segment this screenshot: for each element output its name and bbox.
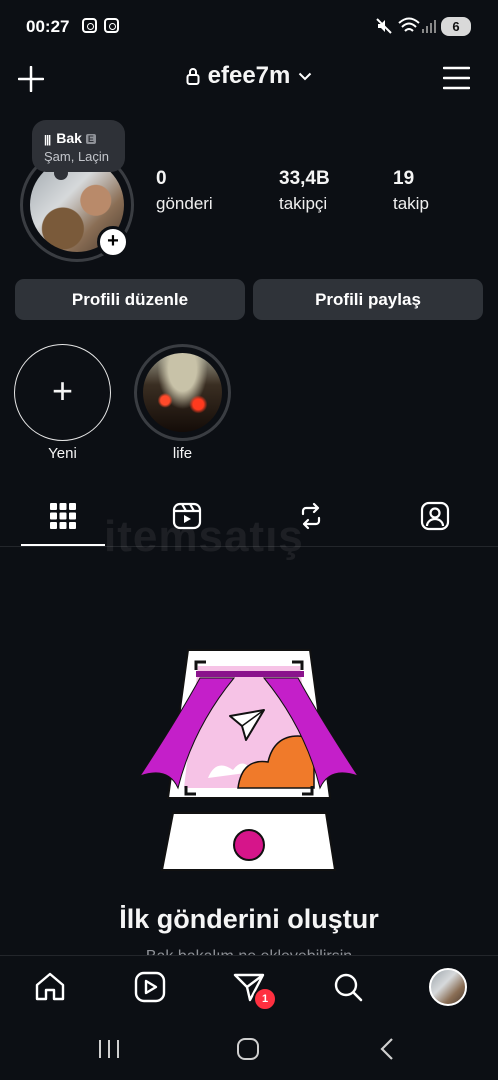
following-count[interactable]: 19 — [393, 168, 414, 190]
posts-count[interactable]: 0 — [156, 168, 167, 190]
back-icon[interactable] — [378, 1037, 396, 1061]
reels-icon[interactable] — [134, 971, 166, 1003]
status-time: 00:27 — [26, 17, 70, 36]
active-tab-indicator — [21, 544, 105, 546]
search-icon[interactable] — [333, 972, 363, 1002]
empty-state-title: İlk gönderini oluştur — [119, 904, 379, 934]
edit-profile-button[interactable]: Profili düzenle — [15, 279, 245, 320]
new-highlight-button[interactable]: + — [14, 344, 111, 441]
instagram-notification-icon — [104, 18, 119, 33]
followers-count[interactable]: 33,4B — [279, 168, 330, 190]
audio-wave-icon: ||| — [44, 134, 51, 146]
watermark: itemsatış — [104, 512, 304, 561]
menu-icon[interactable] — [443, 66, 470, 90]
note-subtitle: Şam, Laçin — [44, 149, 110, 164]
mute-icon — [376, 18, 392, 34]
messages-badge: 1 — [253, 987, 277, 1011]
share-profile-button[interactable]: Profili paylaş — [253, 279, 483, 320]
lock-icon — [186, 68, 200, 85]
explicit-badge: E — [85, 134, 96, 144]
home-icon[interactable] — [34, 972, 66, 1002]
profile-tab-avatar[interactable] — [429, 968, 467, 1006]
status-bar: 00:27 6 — [0, 0, 498, 54]
plus-icon: + — [51, 370, 74, 411]
home-button-icon[interactable] — [236, 1037, 260, 1061]
create-post-illustration — [138, 649, 360, 871]
followers-label[interactable]: takipçi — [279, 194, 327, 214]
highlight-life[interactable] — [143, 353, 222, 432]
wifi-icon — [398, 17, 420, 32]
posts-label[interactable]: gönderi — [156, 194, 213, 214]
tab-tagged-icon[interactable] — [420, 501, 450, 531]
highlight-label-new: Yeni — [48, 445, 77, 462]
note-title-text: Bak — [56, 130, 82, 146]
username-label: efee7m — [207, 62, 291, 89]
highlight-label-life: life — [172, 445, 193, 462]
chevron-down-icon — [299, 72, 312, 81]
instagram-notification-icon — [82, 18, 97, 33]
add-story-plus-icon[interactable]: + — [97, 226, 129, 258]
note-title: ||| Bak E — [44, 130, 96, 146]
note-bubble[interactable]: ||| Bak E Şam, Laçin — [32, 120, 125, 180]
battery-indicator: 6 — [441, 17, 471, 36]
signal-icon — [422, 20, 436, 33]
following-label[interactable]: takip — [393, 194, 429, 214]
tab-posts-grid-icon[interactable] — [50, 503, 76, 529]
recent-apps-icon[interactable] — [97, 1038, 121, 1060]
account-switcher[interactable]: efee7m — [0, 62, 498, 90]
